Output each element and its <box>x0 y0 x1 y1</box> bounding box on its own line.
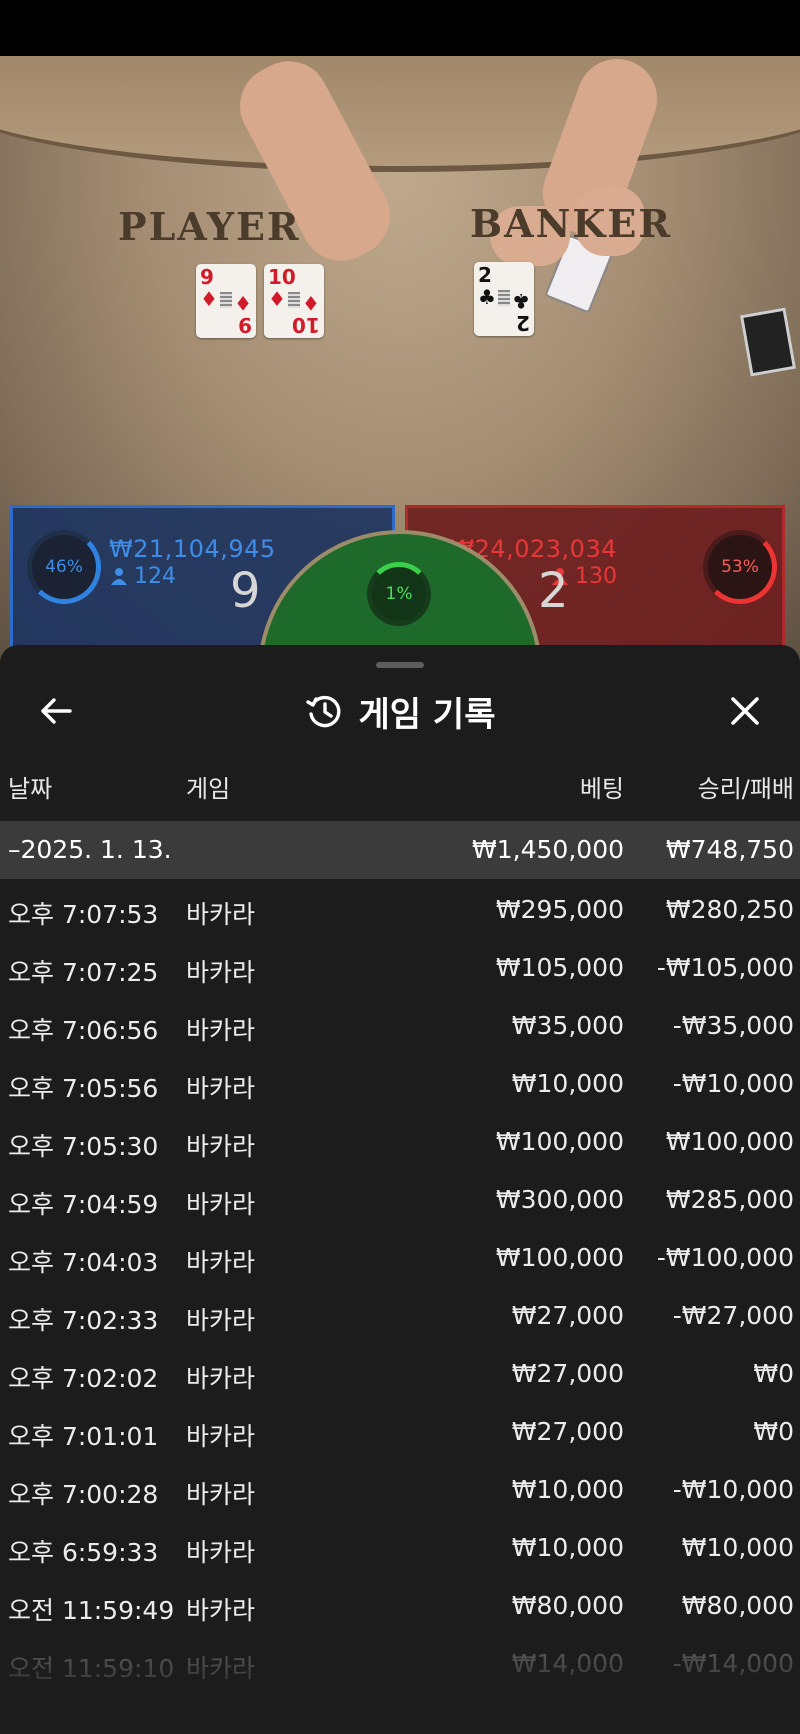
row-bet: ₩27,000 <box>511 1417 624 1446</box>
row-bet: ₩10,000 <box>511 1533 624 1562</box>
row-time: 오후 7:05:30 <box>8 1132 159 1161</box>
card-shoe <box>739 307 797 377</box>
close-button[interactable] <box>725 691 765 731</box>
col-game: 게임 <box>186 775 231 803</box>
tie-percent-ring: 1% <box>367 562 431 626</box>
banker-card-1: 2 ♣ 2 ♣ <box>474 262 534 336</box>
list-fade <box>0 1644 800 1734</box>
row-winloss: -₩10,000 <box>672 1069 794 1098</box>
day-group-header[interactable]: –2025. 1. 13. ₩1,450,000 ₩748,750 <box>0 821 800 879</box>
row-bet: ₩10,000 <box>511 1069 624 1098</box>
row-bet: ₩105,000 <box>495 953 624 982</box>
history-row[interactable]: 오후 7:05:56 바카라 ₩10,000 -₩10,000 <box>0 1055 800 1113</box>
row-bet: ₩100,000 <box>495 1127 624 1156</box>
row-game: 바카라 <box>186 1016 256 1045</box>
status-bar <box>0 0 800 56</box>
row-bet: ₩35,000 <box>511 1011 624 1040</box>
row-time: 오후 7:07:25 <box>8 958 159 987</box>
history-row[interactable]: 오후 7:01:01 바카라 ₩27,000 ₩0 <box>0 1403 800 1461</box>
row-time: 오후 7:04:59 <box>8 1190 159 1219</box>
row-game: 바카라 <box>186 1596 256 1625</box>
col-winloss: 승리/패배 <box>697 775 794 803</box>
row-game: 바카라 <box>186 1132 256 1161</box>
row-bet: ₩27,000 <box>511 1301 624 1330</box>
drag-handle[interactable] <box>376 662 424 668</box>
row-game: 바카라 <box>186 1190 256 1219</box>
player-score: 9 <box>230 563 261 619</box>
history-row[interactable]: 오후 7:02:02 바카라 ₩27,000 ₩0 <box>0 1345 800 1403</box>
history-row[interactable]: 오후 7:04:03 바카라 ₩100,000 -₩100,000 <box>0 1229 800 1287</box>
history-row[interactable]: 오후 7:02:33 바카라 ₩27,000 -₩27,000 <box>0 1287 800 1345</box>
row-winloss: ₩10,000 <box>681 1533 794 1562</box>
row-winloss: -₩105,000 <box>656 953 794 982</box>
history-row[interactable]: 오후 6:59:33 바카라 ₩10,000 ₩10,000 <box>0 1519 800 1577</box>
row-time: 오후 6:59:33 <box>8 1538 159 1567</box>
table-rim <box>0 56 800 172</box>
history-row[interactable]: 오후 7:07:25 바카라 ₩105,000 -₩105,000 <box>0 939 800 997</box>
row-game: 바카라 <box>186 958 256 987</box>
history-row[interactable]: 오후 7:06:56 바카라 ₩35,000 -₩35,000 <box>0 997 800 1055</box>
player-table-label: PLAYER <box>118 204 301 249</box>
row-game: 바카라 <box>186 1480 256 1509</box>
row-game: 바카라 <box>186 1306 256 1335</box>
column-headers: 날짜 게임 베팅 승리/패배 <box>0 769 800 809</box>
day-bet-total: ₩1,450,000 <box>472 835 624 864</box>
history-row[interactable]: 오후 7:05:30 바카라 ₩100,000 ₩100,000 <box>0 1113 800 1171</box>
day-label: –2025. 1. 13. <box>8 835 172 864</box>
history-icon <box>305 695 340 728</box>
row-winloss: ₩100,000 <box>665 1127 794 1156</box>
row-time: 오후 7:02:33 <box>8 1306 159 1335</box>
col-bet: 베팅 <box>579 775 624 803</box>
row-game: 바카라 <box>186 900 256 929</box>
row-game: 바카라 <box>186 1364 256 1393</box>
col-date: 날짜 <box>8 775 53 803</box>
sheet-header: 게임 기록 <box>0 685 800 737</box>
history-list: 오후 7:07:53 바카라 ₩295,000 ₩280,250 오후 7:07:25 바… <box>0 881 800 1693</box>
history-row[interactable]: 오후 7:07:53 바카라 ₩295,000 ₩280,250 <box>0 881 800 939</box>
player-card-2: 10 ♦ 10 ♦ <box>264 264 324 338</box>
player-bettor-count: 124 <box>111 564 176 589</box>
row-bet: ₩295,000 <box>495 895 624 924</box>
history-row[interactable]: 오후 7:04:59 바카라 ₩300,000 ₩285,000 <box>0 1171 800 1229</box>
row-time: 오전 11:59:49 <box>8 1596 175 1625</box>
close-icon <box>731 697 759 725</box>
row-bet: ₩100,000 <box>495 1243 624 1272</box>
row-bet: ₩10,000 <box>511 1475 624 1504</box>
row-game: 바카라 <box>186 1074 256 1103</box>
day-winloss-total: ₩748,750 <box>665 835 794 864</box>
banker-percent-ring: 53% <box>703 530 777 604</box>
row-winloss: -₩100,000 <box>656 1243 794 1272</box>
row-winloss: -₩35,000 <box>672 1011 794 1040</box>
row-winloss: ₩0 <box>753 1417 794 1446</box>
row-time: 오후 7:01:01 <box>8 1422 159 1451</box>
row-bet: ₩80,000 <box>511 1591 624 1620</box>
row-time: 오후 7:06:56 <box>8 1016 159 1045</box>
row-game: 바카라 <box>186 1248 256 1277</box>
history-row[interactable]: 오전 11:59:49 바카라 ₩80,000 ₩80,000 <box>0 1577 800 1635</box>
row-time: 오후 7:05:56 <box>8 1074 159 1103</box>
row-winloss: ₩285,000 <box>665 1185 794 1214</box>
row-winloss: ₩80,000 <box>681 1591 794 1620</box>
game-history-sheet: 게임 기록 날짜 게임 베팅 승리/패배 –2025. 1. 13. ₩1,45… <box>0 645 800 1734</box>
row-time: 오후 7:02:02 <box>8 1364 159 1393</box>
row-game: 바카라 <box>186 1538 256 1567</box>
row-bet: ₩27,000 <box>511 1359 624 1388</box>
row-bet: ₩300,000 <box>495 1185 624 1214</box>
row-game: 바카라 <box>186 1422 256 1451</box>
player-bet-amount: ₩21,104,945 <box>109 535 276 563</box>
row-winloss: ₩0 <box>753 1359 794 1388</box>
row-winloss: ₩280,250 <box>665 895 794 924</box>
row-winloss: -₩10,000 <box>672 1475 794 1504</box>
row-winloss: -₩27,000 <box>672 1301 794 1330</box>
sheet-title: 게임 기록 <box>358 694 496 735</box>
player-card-1: 9 ♦ 9 ♦ <box>196 264 256 338</box>
row-time: 오후 7:04:03 <box>8 1248 159 1277</box>
row-time: 오후 7:00:28 <box>8 1480 159 1509</box>
player-percent-ring: 46% <box>27 530 101 604</box>
person-icon <box>111 568 127 585</box>
row-time: 오후 7:07:53 <box>8 900 159 929</box>
banker-table-label: BANKER <box>470 201 672 246</box>
banker-score: 2 <box>538 563 569 619</box>
history-row[interactable]: 오후 7:00:28 바카라 ₩10,000 -₩10,000 <box>0 1461 800 1519</box>
